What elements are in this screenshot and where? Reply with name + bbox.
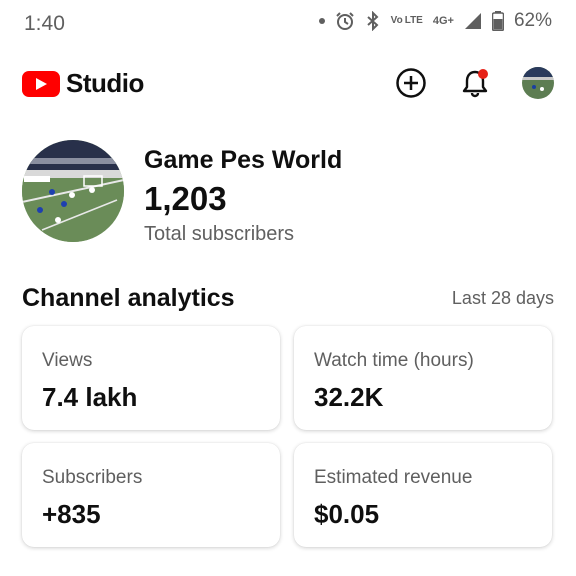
subscriber-count: 1,203 (144, 180, 227, 217)
card-value: $0.05 (314, 499, 380, 529)
notification-dot-icon (318, 18, 325, 24)
analytics-title: Channel analytics (22, 284, 235, 312)
status-time: 1:40 (24, 12, 65, 35)
youtube-studio-logo[interactable]: Studio (22, 68, 144, 99)
card-value: 32.2K (314, 382, 384, 412)
views-card[interactable]: Views 7.4 lakh (22, 326, 280, 430)
notifications-button[interactable] (458, 66, 492, 100)
bluetooth-icon (367, 11, 379, 31)
subscribers-card[interactable]: Subscribers +835 (22, 443, 280, 547)
volte-icon: Vo LTE (390, 15, 423, 26)
watch-time-card[interactable]: Watch time (hours) 32.2K (294, 326, 552, 430)
battery-percent: 62% (513, 10, 552, 31)
bell-icon (462, 69, 488, 98)
card-label: Estimated revenue (314, 467, 473, 488)
channel-header: Game Pes World 1,203 Total subscribers (22, 140, 552, 250)
status-icons: Vo LTE 4G+ 62% (318, 10, 552, 32)
network-type-label: 4G+ (432, 15, 454, 27)
card-label: Watch time (hours) (314, 350, 474, 371)
channel-name: Game Pes World (144, 146, 343, 174)
card-label: Views (42, 350, 93, 371)
battery-icon (491, 11, 504, 31)
app-bar: Studio (0, 58, 576, 108)
status-bar: 1:40 Vo LTE 4G+ 62% (0, 0, 576, 48)
card-value: 7.4 lakh (42, 382, 138, 412)
subscriber-label: Total subscribers (144, 223, 295, 245)
youtube-play-icon (22, 70, 60, 97)
revenue-card[interactable]: Estimated revenue $0.05 (294, 443, 552, 547)
alarm-icon (335, 12, 354, 30)
card-value: +835 (42, 499, 101, 529)
add-circle-icon (396, 68, 426, 98)
create-button[interactable] (394, 66, 428, 100)
account-avatar[interactable] (522, 67, 554, 99)
channel-avatar[interactable] (22, 140, 124, 242)
card-label: Subscribers (42, 467, 143, 488)
analytics-range: Last 28 days (451, 288, 554, 308)
signal-icon (464, 13, 481, 29)
logo-text: Studio (66, 68, 144, 98)
